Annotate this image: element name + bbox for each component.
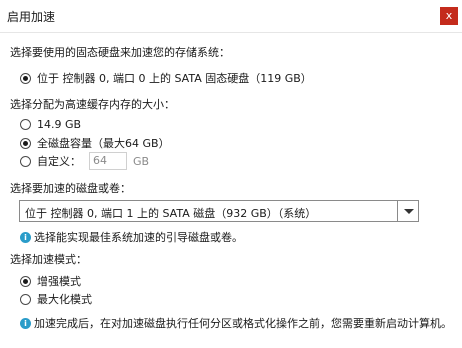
radio-button[interactable] xyxy=(20,293,31,305)
cache-size-option-label: 全磁盘容量（最大64 GB） xyxy=(37,137,170,150)
cache-size-option-14-9gb[interactable]: 14.9 GB xyxy=(20,116,81,132)
target-disk-option[interactable]: 位于 控制器 0, 端口 0 上的 SATA 固态硬盘（119 GB） xyxy=(20,70,312,86)
mode-label: 选择加速模式： xyxy=(10,253,87,266)
title-bar: 启用加速 x xyxy=(0,0,462,33)
accelerated-disk-hint: i 选择能实现最佳系统加速的引导磁盘或卷。 xyxy=(20,229,243,245)
custom-size-input[interactable]: 64 xyxy=(89,152,127,170)
accelerated-disk-hint-text: 选择能实现最佳系统加速的引导磁盘或卷。 xyxy=(34,231,243,244)
close-icon: x xyxy=(445,9,453,22)
footer-note-text: 加速完成后，在对加速磁盘执行任何分区或格式化操作之前，您需要重新启动计算机。 xyxy=(34,317,452,330)
radio-button[interactable] xyxy=(20,275,31,287)
accelerated-disk-selected: 位于 控制器 0, 端口 1 上的 SATA 磁盘（932 GB）（系统） xyxy=(25,207,317,220)
cache-size-option-full[interactable]: 全磁盘容量（最大64 GB） xyxy=(20,135,170,151)
radio-button[interactable] xyxy=(20,137,31,149)
custom-size-unit: GB xyxy=(133,154,150,168)
target-disk-option-label: 位于 控制器 0, 端口 0 上的 SATA 固态硬盘（119 GB） xyxy=(37,72,312,85)
cache-size-option-label: 14.9 GB xyxy=(37,117,82,131)
cache-size-label: 选择分配为高速缓存内存的大小： xyxy=(10,98,175,111)
dialog-title: 启用加速 xyxy=(7,10,56,24)
mode-option-enhanced[interactable]: 增强模式 xyxy=(20,273,81,289)
info-icon: i xyxy=(20,231,31,243)
mode-option-label: 增强模式 xyxy=(37,275,81,288)
chevron-down-icon[interactable] xyxy=(404,209,414,214)
radio-button[interactable] xyxy=(20,118,31,130)
accelerated-disk-label: 选择要加速的磁盘或卷： xyxy=(10,182,131,195)
mode-option-maximized[interactable]: 最大化模式 xyxy=(20,291,92,307)
cache-size-option-custom[interactable]: 自定义： 64 GB xyxy=(20,152,149,170)
accelerated-disk-select[interactable]: 位于 控制器 0, 端口 1 上的 SATA 磁盘（932 GB）（系统） xyxy=(19,200,419,222)
target-disk-label: 选择要使用的固态硬盘来加速您的存储系统： xyxy=(10,46,230,59)
radio-button[interactable] xyxy=(20,155,31,167)
footer-note: i 加速完成后，在对加速磁盘执行任何分区或格式化操作之前，您需要重新启动计算机。 xyxy=(20,315,452,331)
info-icon: i xyxy=(20,317,31,329)
select-divider xyxy=(397,201,398,221)
cache-size-option-label: 自定义： xyxy=(37,155,81,168)
close-button[interactable]: x xyxy=(440,7,458,25)
mode-option-label: 最大化模式 xyxy=(37,293,92,306)
radio-button[interactable] xyxy=(20,72,31,84)
